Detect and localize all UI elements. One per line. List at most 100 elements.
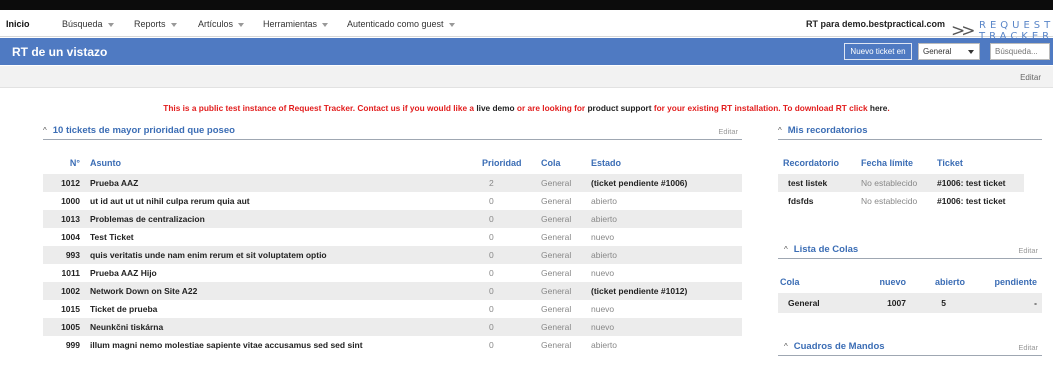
queues-panel-header: ^ Lista de Colas Editar — [778, 243, 1042, 259]
download-here-link[interactable]: here — [870, 103, 888, 113]
tickets-panel-title[interactable]: ^ 10 tickets de mayor prioridad que poseo — [43, 125, 235, 136]
chevron-down-icon — [322, 22, 329, 27]
ticket-subject-link[interactable]: Prueba AAZ Hijo — [85, 264, 477, 282]
menu-articles[interactable]: Artículos — [198, 19, 245, 29]
ticket-id-link[interactable]: 1015 — [43, 300, 85, 318]
ticket-row[interactable]: 1011 Prueba AAZ Hijo 0 General nuevo — [43, 264, 742, 282]
queue-name-link[interactable]: General — [778, 293, 858, 313]
ticket-queue: General — [541, 268, 572, 278]
queues-table-header: Cola nuevo abierto pendiente — [778, 271, 1042, 293]
ticket-subject-link[interactable]: quis veritatis unde nam enim rerum et si… — [85, 246, 477, 264]
ticket-priority: 0 — [477, 246, 536, 264]
chevron-down-icon — [968, 50, 974, 54]
ticket-id-link[interactable]: 1012 — [43, 174, 85, 192]
col-subject[interactable]: Asunto — [85, 152, 477, 174]
ticket-queue: General — [536, 210, 586, 228]
ticket-id-link[interactable]: 1004 — [43, 228, 85, 246]
ticket-priority: 0 — [477, 318, 536, 336]
col-queue[interactable]: Cola — [536, 152, 586, 174]
ticket-row[interactable]: 1002 Network Down on Site A22 0 General (tic… — [43, 282, 742, 300]
collapse-arrow-icon[interactable]: ^ — [784, 245, 788, 254]
reminder-link[interactable]: test listek — [778, 174, 856, 192]
queue-pending-count-link[interactable]: - — [970, 293, 1042, 313]
ticket-queue: General — [536, 174, 586, 192]
notice-text-4: . — [887, 103, 890, 113]
collapse-arrow-icon[interactable]: ^ — [778, 126, 782, 135]
ticket-row[interactable]: 1012 Prueba AAZ 2 General (ticket pendiente … — [43, 174, 742, 192]
tickets-panel-edit-link[interactable]: Editar — [718, 127, 738, 136]
ticket-queue: General — [536, 282, 586, 300]
reminder-due: No establecido — [861, 196, 918, 206]
top-strip — [0, 0, 1053, 10]
ticket-status: abierto — [586, 246, 742, 264]
reminders-panel-title[interactable]: ^ Mis recordatorios — [778, 125, 867, 136]
ticket-subject-link[interactable]: Problemas de centralizacion — [85, 210, 477, 228]
ticket-row[interactable]: 1004 Test Ticket 0 General nuevo — [43, 228, 742, 246]
reminder-ticket-link[interactable]: #1006: test ticket — [932, 192, 1024, 210]
menu-home[interactable]: Inicio — [6, 19, 30, 29]
menu-articles-label: Artículos — [198, 19, 234, 29]
reminders-table: Recordatorio Fecha límite Ticket test li… — [778, 152, 1024, 210]
reminder-ticket-link[interactable]: #1006: test ticket — [932, 174, 1024, 192]
queue-row: General 1007 5- — [778, 293, 1042, 313]
chevron-down-icon — [170, 22, 177, 27]
page-edit-link[interactable]: Editar — [1020, 73, 1041, 82]
ticket-subject-link[interactable]: illum magni nemo molestiae sapiente vita… — [85, 336, 477, 354]
ticket-row[interactable]: 1000 ut id aut ut ut nihil culpa rerum qu… — [43, 192, 742, 210]
ticket-row[interactable]: 1005 Neunkčni tiskárna 0 General nuevo — [43, 318, 742, 336]
ticket-subject-link[interactable]: ut id aut ut ut nihil culpa rerum quia a… — [85, 192, 477, 210]
ticket-id-link[interactable]: 1002 — [43, 282, 85, 300]
search-input[interactable] — [990, 43, 1050, 60]
ticket-subject-link[interactable]: Test Ticket — [85, 228, 477, 246]
queues-panel-title[interactable]: ^ Lista de Colas — [784, 244, 858, 255]
ticket-priority: 0 — [489, 304, 494, 314]
live-demo-link[interactable]: live demo — [476, 103, 514, 113]
ticket-row[interactable]: 993 quis veritatis unde nam enim rerum et… — [43, 246, 742, 264]
new-ticket-button[interactable]: Nuevo ticket en — [844, 43, 912, 60]
queues-panel-edit-link[interactable]: Editar — [1018, 246, 1038, 255]
reminders-panel-title-text: Mis recordatorios — [787, 125, 868, 136]
ticket-id-link[interactable]: 1000 — [43, 192, 85, 210]
ticket-row[interactable]: 999 illum magni nemo molestiae sapiente v… — [43, 336, 742, 354]
queue-select[interactable]: General — [918, 43, 980, 60]
chevron-down-icon — [107, 22, 114, 27]
ticket-status: nuevo — [591, 268, 615, 278]
ticket-subject-link[interactable]: Ticket de prueba — [85, 300, 477, 318]
queues-table: Cola nuevo abierto pendiente General 1007… — [778, 271, 1042, 313]
ticket-queue: General — [541, 196, 572, 206]
collapse-arrow-icon[interactable]: ^ — [43, 126, 47, 135]
ticket-row[interactable]: 1013 Problemas de centralizacion 0 General a… — [43, 210, 742, 228]
ticket-id-link[interactable]: 1011 — [43, 264, 85, 282]
collapse-arrow-icon[interactable]: ^ — [784, 342, 788, 351]
menu-tools[interactable]: Herramientas — [263, 19, 329, 29]
ticket-subject-link[interactable]: Prueba AAZ — [85, 174, 477, 192]
col-ticket: Ticket — [937, 158, 963, 168]
product-support-link[interactable]: product support — [587, 103, 651, 113]
menu-reports-label: Reports — [134, 19, 166, 29]
ticket-id-link[interactable]: 993 — [43, 246, 85, 264]
ticket-id-link[interactable]: 999 — [43, 336, 85, 354]
menu-logged-in[interactable]: Autenticado como guest — [347, 19, 455, 29]
menu-search[interactable]: Búsqueda — [62, 19, 114, 29]
ticket-subject-link[interactable]: Network Down on Site A22 — [85, 282, 477, 300]
ticket-row[interactable]: 1015 Ticket de prueba 0 General nuevo — [43, 300, 742, 318]
menu-reports[interactable]: Reports — [134, 19, 177, 29]
ticket-id-link[interactable]: 1013 — [43, 210, 85, 228]
queue-open-count-link[interactable]: 5 — [911, 293, 970, 313]
dashboards-panel-edit-link[interactable]: Editar — [1018, 343, 1038, 352]
ticket-priority: 0 — [489, 232, 494, 242]
ticket-status: abierto — [586, 210, 742, 228]
ticket-queue: General — [536, 246, 586, 264]
col-priority[interactable]: Prioridad — [477, 152, 536, 174]
queue-new-count-link[interactable]: 1007 — [858, 293, 911, 313]
ticket-subject-link[interactable]: Neunkčni tiskárna — [85, 318, 477, 336]
ticket-priority: 2 — [477, 174, 536, 192]
ticket-priority: 0 — [489, 196, 494, 206]
public-instance-notice: This is a public test instance of Reques… — [0, 103, 1053, 113]
ticket-id-link[interactable]: 1005 — [43, 318, 85, 336]
reminder-due: No establecido — [856, 174, 932, 192]
col-status[interactable]: Estado — [586, 152, 742, 174]
col-number[interactable]: N° — [43, 152, 85, 174]
reminder-link[interactable]: fdsfds — [778, 192, 856, 210]
dashboards-panel-title[interactable]: ^ Cuadros de Mandos — [784, 341, 885, 352]
